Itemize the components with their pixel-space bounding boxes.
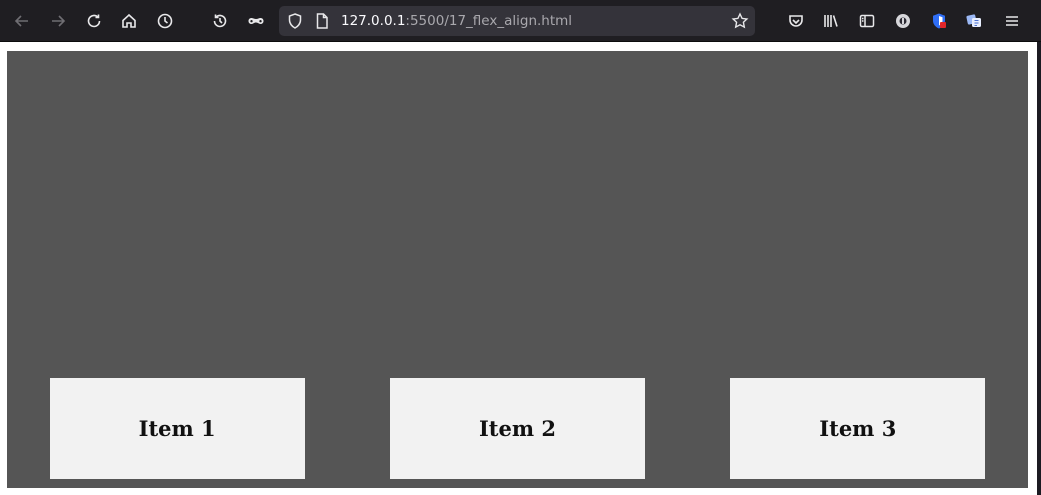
history-icon[interactable] [153,9,177,33]
pocket-icon[interactable] [784,9,808,33]
menu-icon[interactable] [1000,9,1024,33]
url-host: 127.0.0.1 [341,13,406,29]
bookmark-star-icon[interactable] [731,12,749,30]
library-icon[interactable] [819,9,843,33]
page-viewport: Item 1 Item 2 Item 3 [0,42,1041,495]
reload-icon[interactable] [82,9,106,33]
extension-icon-2[interactable] [927,9,951,33]
flex-item-2: Item 2 [389,378,645,479]
home-icon[interactable] [117,9,141,33]
forward-icon[interactable] [46,9,70,33]
flex-item-1: Item 1 [49,378,305,479]
back-icon[interactable] [10,9,34,33]
extension-icon-3[interactable] [962,9,986,33]
forget-icon[interactable] [208,9,232,33]
window-edge [1037,42,1041,495]
private-mask-icon[interactable] [244,9,268,33]
page-icon [313,12,331,30]
flex-item-3: Item 3 [730,378,986,479]
extension-icon[interactable] [891,9,915,33]
shield-icon[interactable] [286,12,304,30]
browser-toolbar: 127.0.0.1:5500/17_flex_align.html [0,0,1041,42]
url-bar[interactable]: 127.0.0.1:5500/17_flex_align.html [279,6,755,36]
sidebar-icon[interactable] [855,9,879,33]
url-path: :5500/17_flex_align.html [405,13,573,29]
url-text[interactable]: 127.0.0.1:5500/17_flex_align.html [341,13,572,29]
flex-container: Item 1 Item 2 Item 3 [7,51,1028,488]
